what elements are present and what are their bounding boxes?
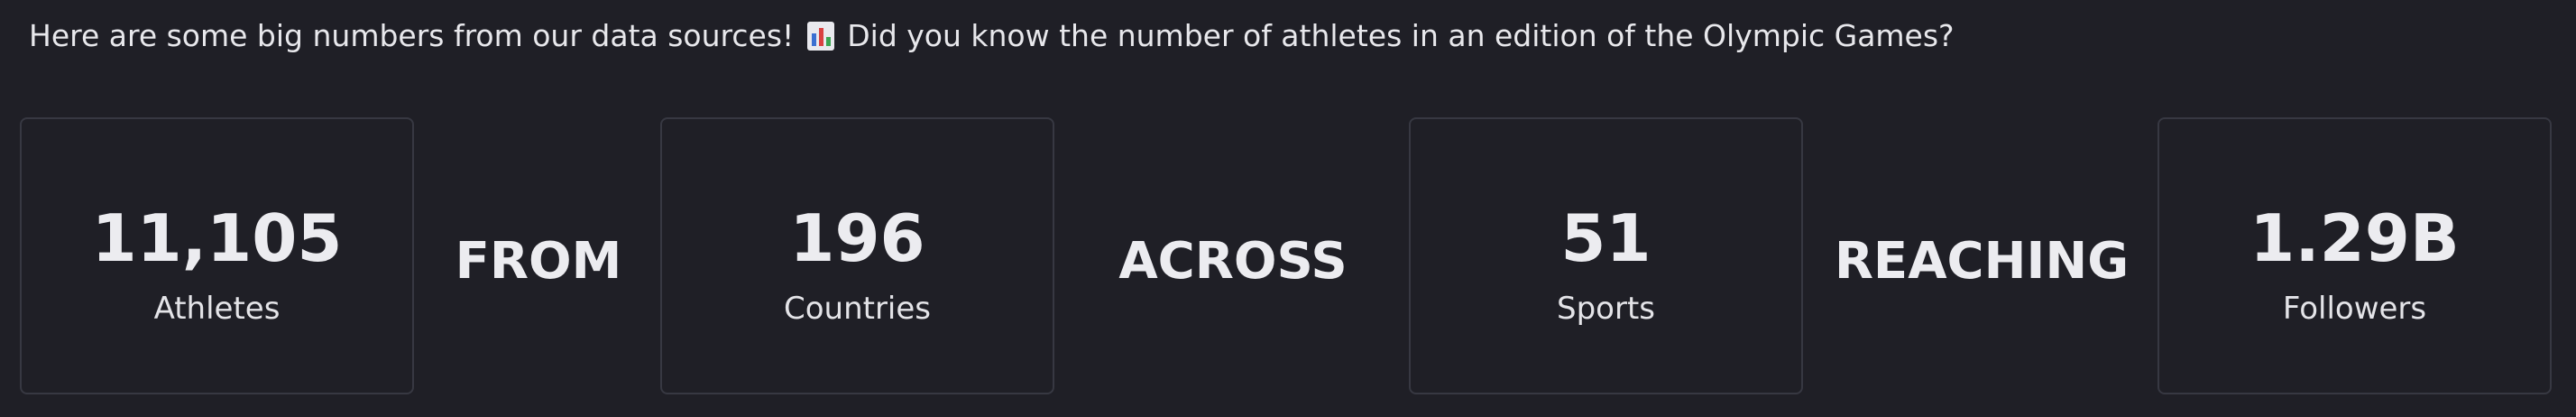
stat-label: Sports: [1557, 291, 1655, 327]
intro-text-after: Did you know the number of athletes in a…: [847, 18, 1955, 53]
stat-card-sports: 51 Sports: [1409, 117, 1803, 394]
connector-reaching: REACHING: [1834, 232, 2130, 291]
connector-across: ACROSS: [1118, 232, 1348, 291]
stat-value: 196: [789, 200, 925, 276]
intro-text-before: Here are some big numbers from our data …: [29, 18, 795, 53]
connector-from: FROM: [455, 232, 622, 291]
stat-card-followers: 1.29B Followers: [2157, 117, 2552, 394]
stat-value: 11,105: [91, 200, 343, 276]
bar-chart-emoji-icon: [806, 22, 834, 51]
stat-label: Countries: [783, 291, 932, 327]
stat-card-athletes: 11,105 Athletes: [20, 117, 414, 394]
stat-value: 51: [1560, 200, 1651, 276]
intro-text: Here are some big numbers from our data …: [29, 13, 1955, 60]
stat-card-countries: 196 Countries: [660, 117, 1054, 394]
stat-value: 1.29B: [2249, 200, 2460, 276]
stat-label: Followers: [2282, 291, 2427, 327]
stat-label: Athletes: [153, 291, 281, 327]
